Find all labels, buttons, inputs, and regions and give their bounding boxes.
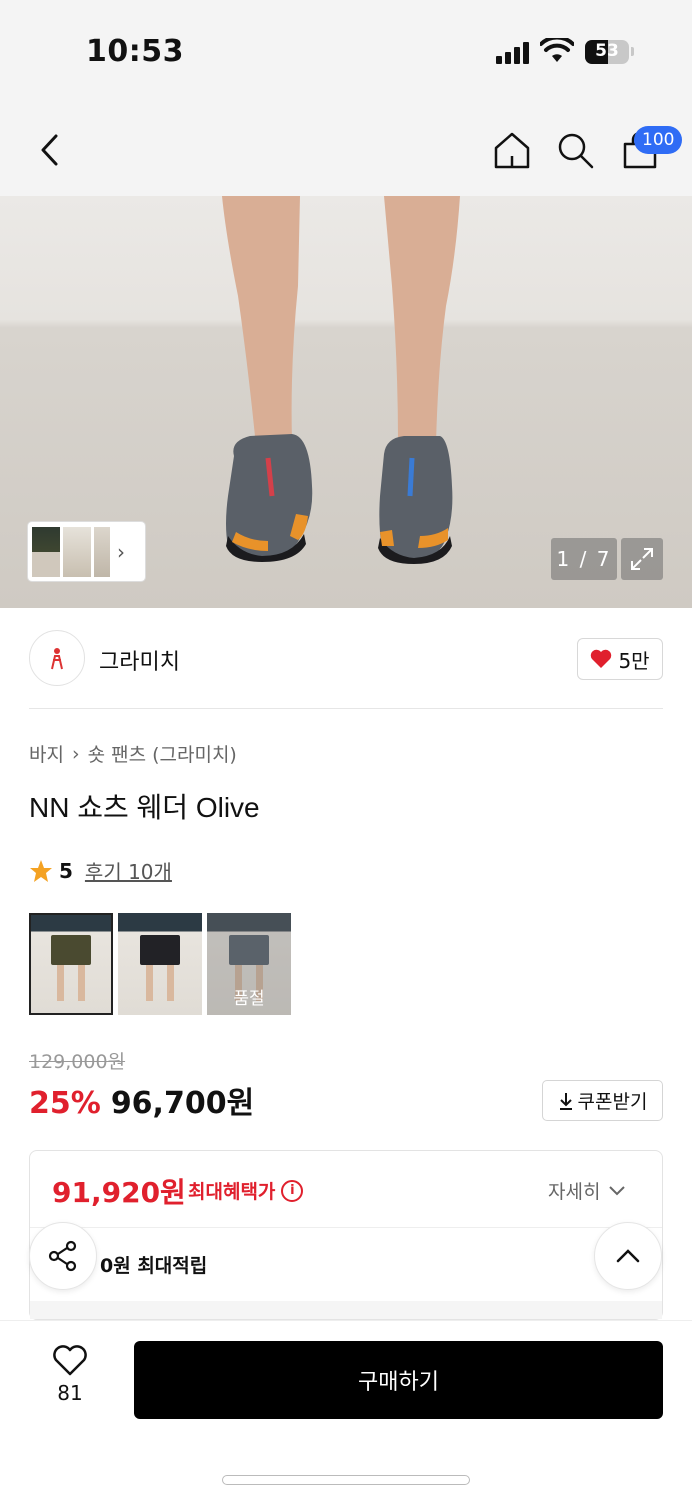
home-button[interactable] bbox=[490, 128, 534, 172]
color-options: 품절 bbox=[29, 913, 291, 1015]
breadcrumb-subcategory[interactable]: 숏 팬츠 (그라미치) bbox=[88, 740, 237, 767]
price-row: 25% 96,700원 bbox=[29, 1078, 254, 1122]
chevron-up-icon bbox=[616, 1249, 640, 1263]
benefit-panel: 91,920원 최대혜택가 i 자세히 0원 최대적립 bbox=[29, 1150, 663, 1320]
coupon-label: 쿠폰받기 bbox=[577, 1091, 648, 1113]
wishlist-button[interactable]: 81 bbox=[40, 1345, 100, 1405]
color-option-navy-soldout[interactable]: 품절 bbox=[207, 913, 291, 1015]
search-icon bbox=[558, 133, 594, 169]
heart-outline-icon bbox=[53, 1345, 87, 1376]
battery-tip bbox=[631, 47, 634, 56]
rating-score: 5 bbox=[59, 858, 73, 883]
max-benefit-label-group: 최대혜택가 i bbox=[188, 1177, 304, 1204]
gallery-thumb bbox=[94, 526, 110, 577]
brand-logo-mark bbox=[51, 648, 63, 670]
brand-like-count: 5만 bbox=[618, 648, 650, 673]
color-option-olive[interactable] bbox=[29, 913, 113, 1015]
swatch-legs bbox=[57, 965, 85, 1001]
swatch-shorts bbox=[140, 935, 180, 965]
battery-icon: 53 bbox=[585, 40, 629, 64]
sale-price: 96,700원 bbox=[110, 1086, 255, 1121]
info-icon[interactable]: i bbox=[281, 1179, 304, 1202]
battery-level: 53 bbox=[595, 41, 619, 61]
color-option-black[interactable] bbox=[118, 913, 202, 1015]
breadcrumb-separator-icon: › bbox=[71, 742, 80, 765]
share-icon bbox=[48, 1240, 77, 1272]
brand-logo[interactable] bbox=[29, 630, 85, 686]
detail-label: 자세히 bbox=[548, 1181, 601, 1203]
heart-filled-icon bbox=[591, 649, 612, 668]
benefit-footer bbox=[30, 1301, 662, 1319]
swatch-legs bbox=[146, 965, 174, 1001]
top-nav-bar bbox=[0, 100, 692, 196]
swatch-shorts bbox=[51, 935, 91, 965]
breadcrumb: 바지 › 숏 팬츠 (그라미치) bbox=[29, 740, 237, 767]
search-button[interactable] bbox=[553, 128, 597, 172]
brand-name[interactable]: 그라미치 bbox=[99, 644, 180, 676]
breadcrumb-category[interactable]: 바지 bbox=[29, 740, 64, 767]
gallery-thumbnail-strip[interactable]: › bbox=[28, 522, 145, 581]
rating-row: 5 후기 10개 bbox=[29, 856, 172, 885]
benefit-detail-toggle[interactable]: 자세히 bbox=[548, 1177, 626, 1204]
review-count-link[interactable]: 후기 10개 bbox=[85, 856, 172, 885]
chevron-right-icon: › bbox=[117, 539, 125, 564]
original-price: 129,000원 bbox=[29, 1051, 126, 1073]
image-counter: 1 / 7 bbox=[551, 538, 617, 580]
cellular-signal-icon bbox=[496, 42, 529, 64]
share-button[interactable] bbox=[29, 1222, 97, 1290]
gallery-thumb bbox=[63, 526, 91, 577]
max-benefit-label: 최대혜택가 bbox=[188, 1181, 276, 1203]
status-time: 10:53 bbox=[86, 34, 184, 69]
status-bar: 10:53 53 bbox=[0, 0, 692, 100]
download-icon bbox=[559, 1092, 572, 1110]
bottom-action-bar: 81 구매하기 bbox=[0, 1320, 692, 1500]
max-benefit-price: 91,920원 bbox=[52, 1176, 186, 1209]
wifi-icon bbox=[540, 38, 574, 62]
home-indicator bbox=[222, 1475, 470, 1485]
discount-rate: 25% bbox=[29, 1086, 101, 1121]
chevron-left-icon bbox=[41, 134, 58, 166]
soldout-label: 품절 bbox=[233, 989, 265, 1009]
divider bbox=[30, 1227, 662, 1228]
scroll-to-top-button[interactable] bbox=[594, 1222, 662, 1290]
coupon-download-button[interactable]: 쿠폰받기 bbox=[542, 1080, 663, 1121]
chevron-down-icon bbox=[609, 1185, 626, 1195]
back-button[interactable] bbox=[28, 128, 72, 172]
home-icon bbox=[494, 132, 530, 169]
gallery-thumb bbox=[32, 526, 60, 577]
brand-like-button[interactable]: 5만 bbox=[577, 638, 663, 680]
wishlist-count: 81 bbox=[57, 1381, 83, 1405]
buy-button[interactable]: 구매하기 bbox=[134, 1341, 663, 1419]
swatch-shorts bbox=[229, 935, 269, 965]
product-title: NN 쇼츠 웨더 Olive bbox=[29, 792, 260, 823]
star-icon bbox=[30, 859, 52, 882]
expand-icon bbox=[631, 548, 653, 570]
divider bbox=[29, 708, 663, 709]
max-points: 0원 최대적립 bbox=[100, 1255, 208, 1277]
expand-image-button[interactable] bbox=[621, 538, 663, 580]
cart-count-badge: 100 bbox=[634, 126, 683, 154]
